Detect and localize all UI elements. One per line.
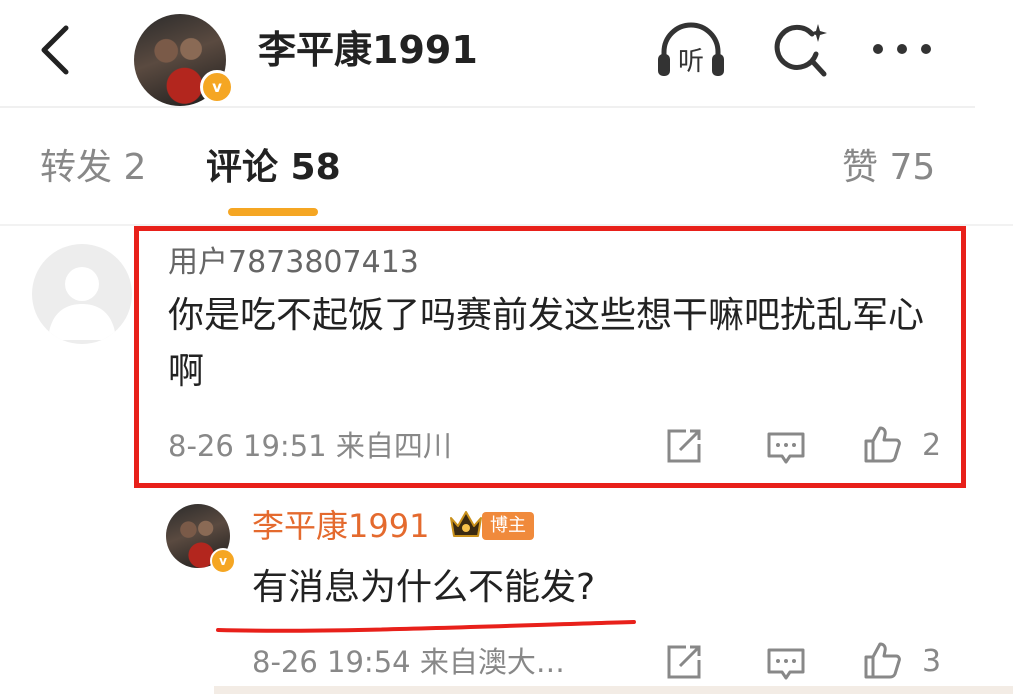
more-icon[interactable] — [870, 40, 934, 58]
like-count: 2 — [922, 428, 942, 463]
tab-repost[interactable]: 转发 2 — [40, 140, 146, 196]
back-icon[interactable] — [28, 20, 84, 80]
listen-label: 听 — [678, 47, 704, 77]
verified-badge: v — [200, 70, 234, 104]
share-icon[interactable] — [664, 642, 704, 682]
author-badge: 博主 — [482, 512, 534, 540]
bottom-strip — [214, 686, 1013, 694]
comment-icon[interactable] — [766, 644, 806, 684]
user-placeholder-icon — [48, 267, 116, 340]
comment-text: 有消息为什么不能发? — [252, 567, 596, 608]
tab-like[interactable]: 赞 75 — [842, 140, 935, 196]
thumbs-up-icon[interactable] — [862, 640, 902, 680]
like-count: 3 — [922, 644, 942, 679]
comment-text: 你是吃不起饭了吗赛前发这些想干嘛吧扰乱军心啊 — [168, 295, 925, 392]
crown-icon — [450, 511, 482, 537]
comment-meta: 8-26 19:51 来自四川 — [168, 429, 452, 463]
search-icon[interactable] — [772, 20, 830, 80]
share-icon[interactable] — [664, 426, 704, 466]
tab-comment[interactable]: 评论 58 — [206, 140, 341, 196]
verified-badge: v — [210, 548, 236, 574]
red-underline — [216, 620, 636, 633]
thumbs-up-icon[interactable] — [862, 424, 902, 464]
listen-icon[interactable]: 听 — [652, 18, 730, 82]
comment-username[interactable]: 用户7873807413 — [168, 242, 419, 284]
page-title[interactable]: 李平康1991 — [258, 22, 478, 78]
comment-meta: 8-26 19:54 来自澳大… — [252, 645, 565, 679]
comment-username[interactable]: 李平康1991 — [252, 502, 429, 550]
comment-icon[interactable] — [766, 428, 806, 468]
header-divider — [0, 106, 975, 108]
default-avatar[interactable] — [32, 244, 132, 344]
active-tab-indicator — [228, 208, 318, 216]
